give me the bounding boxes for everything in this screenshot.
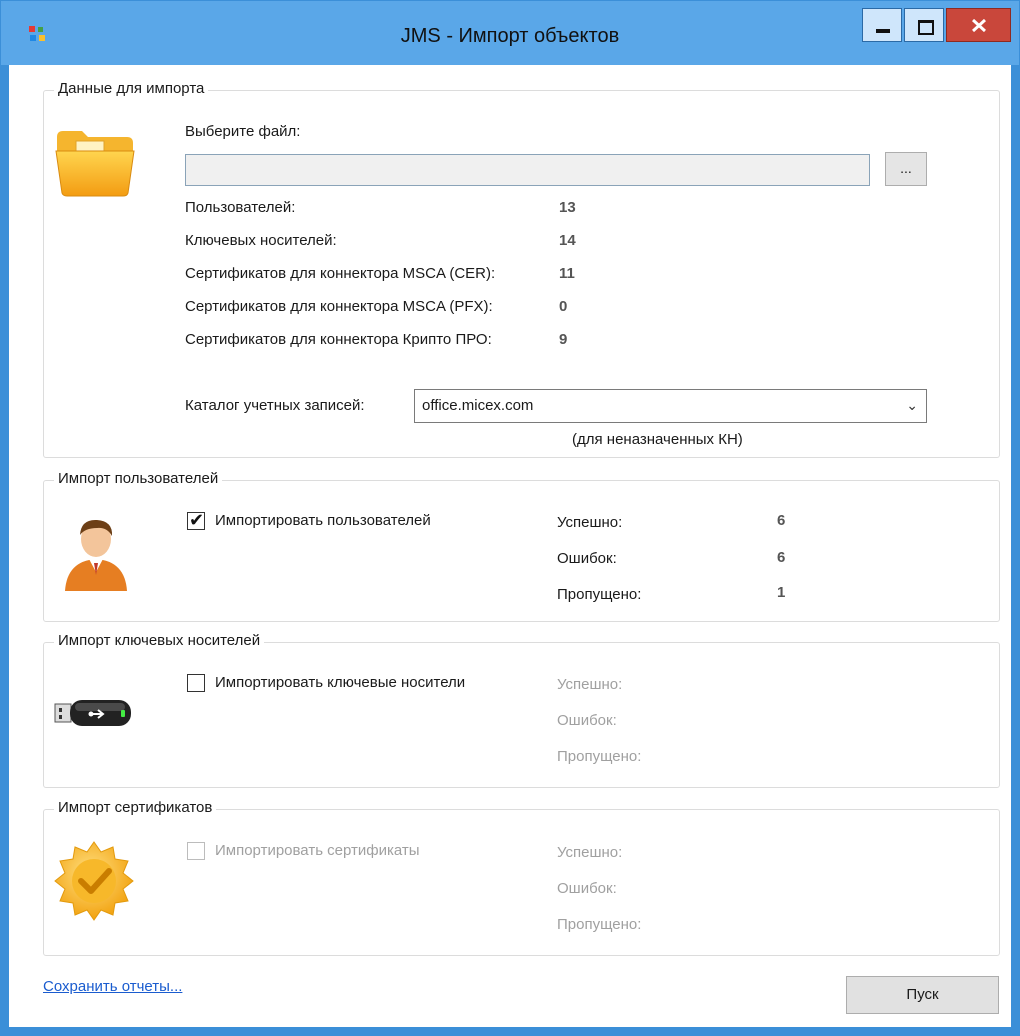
catalog-hint: (для неназначенных КН)	[572, 431, 743, 448]
stat-value-msca-cer: 11	[559, 265, 575, 282]
tokens-errors-label: Ошибок:	[557, 712, 617, 729]
stat-label-msca-pfx: Сертификатов для коннектора MSCA (PFX):	[185, 298, 493, 315]
stat-value-users: 13	[559, 199, 576, 216]
maximize-icon	[918, 20, 934, 35]
import-users-label[interactable]: Импортировать пользователей	[215, 512, 431, 529]
certs-errors-label: Ошибок:	[557, 880, 617, 897]
close-button[interactable]	[946, 8, 1011, 42]
stat-label-tokens: Ключевых носителей:	[185, 232, 337, 249]
checkmark-icon: ✔	[189, 510, 205, 530]
stat-label-users: Пользователей:	[185, 199, 296, 216]
run-button[interactable]: Пуск	[846, 976, 999, 1014]
close-icon	[972, 19, 986, 32]
usb-token-icon	[54, 700, 131, 726]
catalog-selected-value: office.micex.com	[422, 397, 534, 414]
stat-label-cryptopro: Сертификатов для коннектора Крипто ПРО:	[185, 331, 492, 348]
folder-icon	[55, 131, 135, 197]
group-title: Импорт ключевых носителей	[54, 632, 265, 649]
group-title: Импорт пользователей	[54, 470, 223, 487]
users-skipped-value: 1	[777, 584, 786, 601]
import-users-group: Импорт пользователей	[43, 470, 1000, 622]
import-tokens-group: Импорт ключевых носителей	[43, 632, 1000, 788]
import-certs-label[interactable]: Импортировать сертификаты	[215, 842, 420, 859]
catalog-select[interactable]: office.micex.com ⌄	[414, 389, 927, 423]
users-success-label: Успешно:	[557, 514, 623, 531]
users-success-value: 6	[777, 512, 786, 529]
users-errors-value: 6	[777, 549, 786, 566]
group-title: Данные для импорта	[54, 80, 209, 97]
stat-value-cryptopro: 9	[559, 331, 568, 348]
main-window: JMS - Импорт объектов Данные для импорта	[0, 0, 1020, 1036]
import-users-checkbox[interactable]: ✔	[187, 510, 205, 530]
browse-button[interactable]: ...	[885, 152, 927, 186]
minimize-icon	[876, 29, 890, 33]
tokens-success-label: Успешно:	[557, 676, 623, 693]
dialog-client-area: Данные для импорта Выберите файл: ... По…	[9, 65, 1011, 1027]
catalog-label: Каталог учетных записей:	[185, 397, 365, 414]
certificate-seal-icon	[54, 841, 134, 921]
stat-value-msca-pfx: 0	[559, 298, 568, 315]
file-path-field[interactable]	[185, 154, 870, 186]
chevron-down-icon: ⌄	[906, 397, 918, 413]
import-certs-checkbox[interactable]	[187, 842, 205, 860]
users-errors-label: Ошибок:	[557, 550, 617, 567]
stat-value-tokens: 14	[559, 232, 576, 249]
import-tokens-checkbox[interactable]	[187, 674, 205, 692]
group-title: Импорт сертификатов	[54, 799, 217, 816]
save-reports-link[interactable]: Сохранить отчеты...	[43, 978, 182, 995]
select-file-label: Выберите файл:	[185, 123, 301, 140]
tokens-skipped-label: Пропущено:	[557, 748, 642, 765]
maximize-button[interactable]	[904, 8, 944, 42]
users-skipped-label: Пропущено:	[557, 586, 642, 603]
import-tokens-label[interactable]: Импортировать ключевые носители	[215, 674, 465, 691]
import-certs-group: Импорт сертификатов	[43, 799, 1000, 956]
stat-label-msca-cer: Сертификатов для коннектора MSCA (CER):	[185, 265, 496, 282]
title-bar[interactable]: JMS - Импорт объектов	[1, 1, 1019, 65]
certs-skipped-label: Пропущено:	[557, 916, 642, 933]
minimize-button[interactable]	[862, 8, 902, 42]
certs-success-label: Успешно:	[557, 844, 623, 861]
user-icon	[65, 519, 127, 591]
